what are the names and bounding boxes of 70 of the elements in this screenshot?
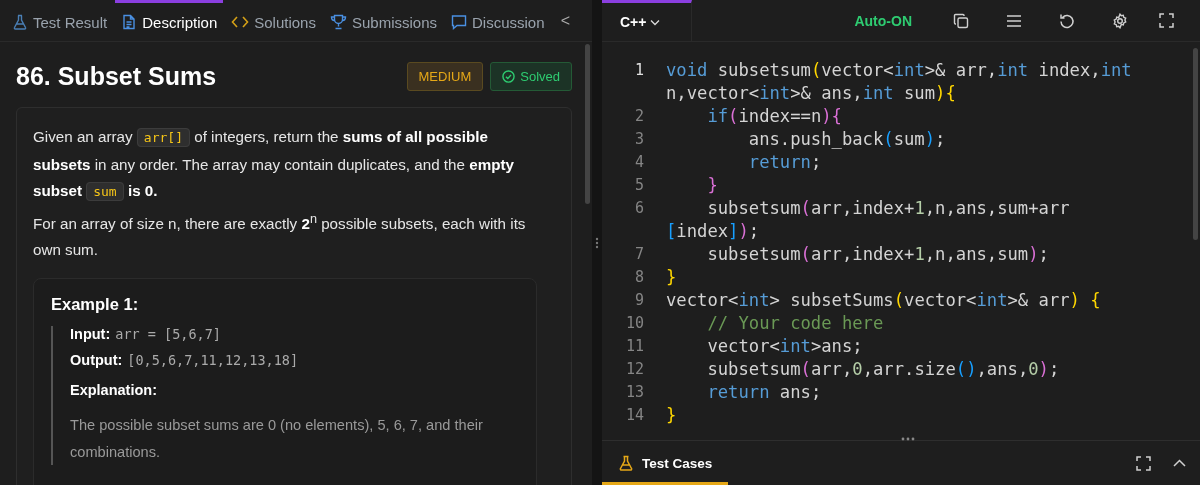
copy-icon: [952, 12, 969, 29]
inline-code: arr[]: [136, 128, 190, 147]
line-number: 12: [624, 359, 645, 380]
test-cases-tab[interactable]: Test Cases: [602, 441, 729, 485]
tab[interactable]: Description: [115, 0, 224, 41]
inline-code: sum: [86, 182, 124, 201]
problem-title: 86. Subset Sums: [16, 62, 218, 91]
code-line: subsetsum(arr,0,arr.size(),ans,0);: [706, 358, 1060, 381]
tab[interactable]: Submissions: [323, 0, 443, 41]
code-line: }: [666, 404, 677, 427]
line-number: 6: [633, 198, 645, 219]
line-number: 14: [624, 405, 645, 426]
code-line: }: [666, 266, 677, 289]
scrollbar-thumb[interactable]: [1193, 48, 1198, 240]
check-circle-icon: [502, 70, 516, 83]
description-text: Given an array arr[] of integers, return the sums of all possible subsets in any order. The array may contain duplicates, and the empty subset sum is 0.: [33, 127, 515, 203]
code-line: // Your code here: [706, 312, 884, 335]
trophy-icon: [329, 14, 347, 30]
chat-icon: [451, 14, 467, 30]
fullscreen-icon: [1158, 13, 1174, 28]
collapse-button[interactable]: <: [554, 10, 576, 31]
explanation-text: The possible subset sums are 0 (no elements), 5, 6, 7, and their combinations.: [70, 416, 484, 462]
resize-handle-icon[interactable]: [901, 437, 915, 441]
difficulty-badge: MEDIUM: [406, 62, 484, 91]
line-number: 8: [633, 267, 645, 288]
menu-icon: [1005, 13, 1022, 28]
line-number: 1: [633, 60, 645, 81]
solved-badge: Solved: [490, 62, 572, 91]
code-line: vector<int>ans;: [706, 335, 863, 358]
line-number: 13: [624, 382, 645, 403]
code-line: subsetsum(arr,index+1,n,ans,sum+arr [index]);: [666, 197, 1070, 243]
document-icon: [121, 14, 138, 30]
description-text: For an array of size n, there are exactly 2$^{n}$ possible subsets, each with its own sum.: [33, 210, 527, 261]
input-value: arr = [5,6,7]: [115, 325, 221, 342]
line-number: 9: [633, 290, 645, 311]
line-number: 11: [624, 336, 645, 357]
code-line: subsetsum(arr,index+1,n,ans,sum);: [706, 243, 1049, 266]
code-line: return;: [747, 151, 822, 174]
line-number: 4: [633, 152, 645, 173]
output-label: Output:: [70, 352, 123, 369]
line-number: 2: [633, 106, 645, 127]
example-title: Example 1:: [51, 294, 140, 314]
line-number: 10: [624, 313, 645, 334]
language-selector[interactable]: C++: [602, 0, 692, 41]
line-number: 7: [633, 244, 645, 265]
code-line: void subsetsum(vector<int>& arr,int index,int n,vector<int>& ans,int sum){: [666, 59, 1132, 105]
line-number: 5: [633, 175, 645, 196]
scrollbar-thumb[interactable]: [585, 44, 590, 204]
explanation-label: Explanation:: [70, 381, 157, 398]
code-line: if(index==n){: [706, 105, 842, 128]
auto-save-status[interactable]: Auto-ON: [854, 12, 912, 29]
tab[interactable]: Test Result: [6, 0, 114, 41]
settings-icon: [1111, 12, 1128, 29]
fullscreen-icon[interactable]: [1136, 455, 1151, 471]
tab[interactable]: Solutions: [225, 0, 322, 41]
flask-icon: [12, 14, 28, 30]
code-line: return ans;: [706, 381, 822, 404]
output-value: [0,5,6,7,11,12,13,18]: [127, 352, 299, 369]
chevron-down-icon: [650, 18, 661, 26]
flask-icon: [618, 455, 634, 471]
code-line: }: [706, 174, 718, 197]
tab[interactable]: Discussion: [445, 0, 551, 41]
code-icon: [231, 15, 250, 29]
input-label: Input:: [70, 325, 111, 342]
reset-icon: [1058, 12, 1075, 29]
code-line: ans.push_back(sum);: [747, 128, 946, 151]
grip-icon[interactable]: [595, 236, 599, 249]
chevron-up-icon[interactable]: [1173, 459, 1186, 467]
code-line: vector<int> subsetSums(vector<int>& arr) {: [666, 289, 1101, 312]
line-number: 3: [633, 129, 645, 150]
